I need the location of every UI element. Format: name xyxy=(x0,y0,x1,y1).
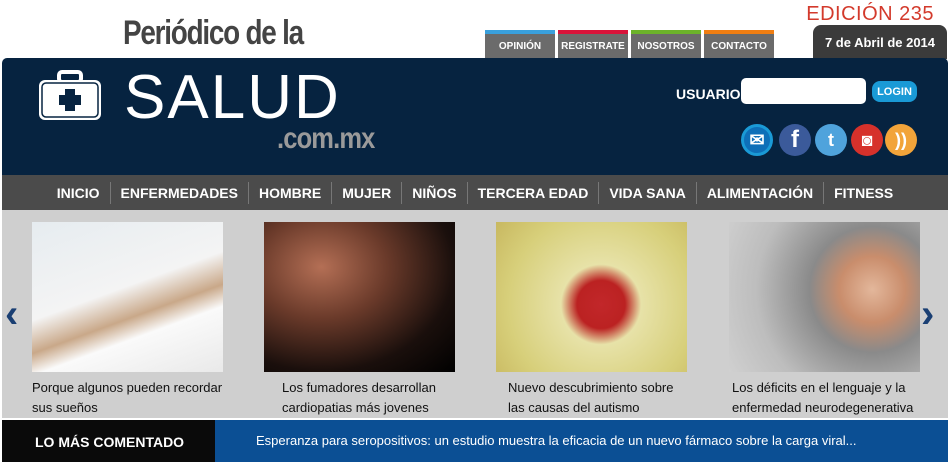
article-caption[interactable]: Los déficits en el lenguaje y la enferme… xyxy=(729,378,920,418)
carousel-card[interactable]: Porque algunos pueden recordar sus sueño… xyxy=(32,222,223,418)
medical-kit-icon[interactable] xyxy=(37,70,103,122)
carousel-next-arrow[interactable]: › xyxy=(921,292,934,337)
instagram-icon[interactable]: ◙ xyxy=(851,124,883,156)
carousel-card[interactable]: Nuevo descubrimiento sobre las causas de… xyxy=(496,222,687,418)
nav-hombre[interactable]: HOMBRE xyxy=(248,181,331,204)
nav-alimentacion[interactable]: ALIMENTACIÓN xyxy=(695,181,823,204)
tab-nosotros[interactable]: NOSOTROS xyxy=(631,30,701,58)
article-image[interactable] xyxy=(496,222,687,372)
article-caption[interactable]: Porque algunos pueden recordar sus sueño… xyxy=(32,378,223,418)
nav-tercera-edad[interactable]: TERCERA EDAD xyxy=(466,181,599,204)
most-commented-label: LO MÁS COMENTADO xyxy=(2,420,215,462)
facebook-icon[interactable]: f xyxy=(779,124,811,156)
edition-date: 7 de Abril de 2014 xyxy=(813,25,947,59)
username-label: USUARIO xyxy=(676,86,741,102)
main-nav: INICIO ENFERMEDADES HOMBRE MUJER NIÑOS T… xyxy=(2,175,948,210)
article-image[interactable] xyxy=(729,222,920,372)
tab-opinion[interactable]: OPINIÓN xyxy=(485,30,555,58)
site-pretitle: Periódico de la xyxy=(123,14,304,52)
nav-inicio[interactable]: INICIO xyxy=(47,182,110,204)
tab-contacto[interactable]: CONTACTO xyxy=(704,30,774,58)
nav-vida-sana[interactable]: VIDA SANA xyxy=(598,181,696,204)
nav-ninos[interactable]: NIÑOS xyxy=(401,181,466,204)
article-caption[interactable]: Los fumadores desarrollan cardiopatias m… xyxy=(264,378,455,418)
most-commented-headline[interactable]: Esperanza para seropositivos: un estudio… xyxy=(256,433,857,448)
carousel-card[interactable]: Los fumadores desarrollan cardiopatias m… xyxy=(264,222,455,418)
article-caption[interactable]: Nuevo descubrimiento sobre las causas de… xyxy=(496,378,687,418)
site-logo-domain: .com.mx xyxy=(277,122,375,155)
nav-mujer[interactable]: MUJER xyxy=(331,181,401,204)
article-image[interactable] xyxy=(264,222,455,372)
article-image[interactable] xyxy=(32,222,223,372)
carousel-card[interactable]: Los déficits en el lenguaje y la enferme… xyxy=(729,222,920,418)
nav-fitness[interactable]: FITNESS xyxy=(823,181,903,204)
username-input[interactable] xyxy=(741,78,866,104)
tab-registrate[interactable]: REGISTRATE xyxy=(558,30,628,58)
edition-number: EDICIÓN 235 xyxy=(806,3,934,25)
login-button[interactable]: LOGIN xyxy=(872,81,917,102)
twitter-icon[interactable]: t xyxy=(815,124,847,156)
nav-enfermedades[interactable]: ENFERMEDADES xyxy=(109,181,248,204)
carousel-prev-arrow[interactable]: ‹ xyxy=(5,292,18,337)
rss-icon[interactable]: )) xyxy=(885,124,917,156)
mail-icon[interactable]: ✉ xyxy=(741,124,773,156)
